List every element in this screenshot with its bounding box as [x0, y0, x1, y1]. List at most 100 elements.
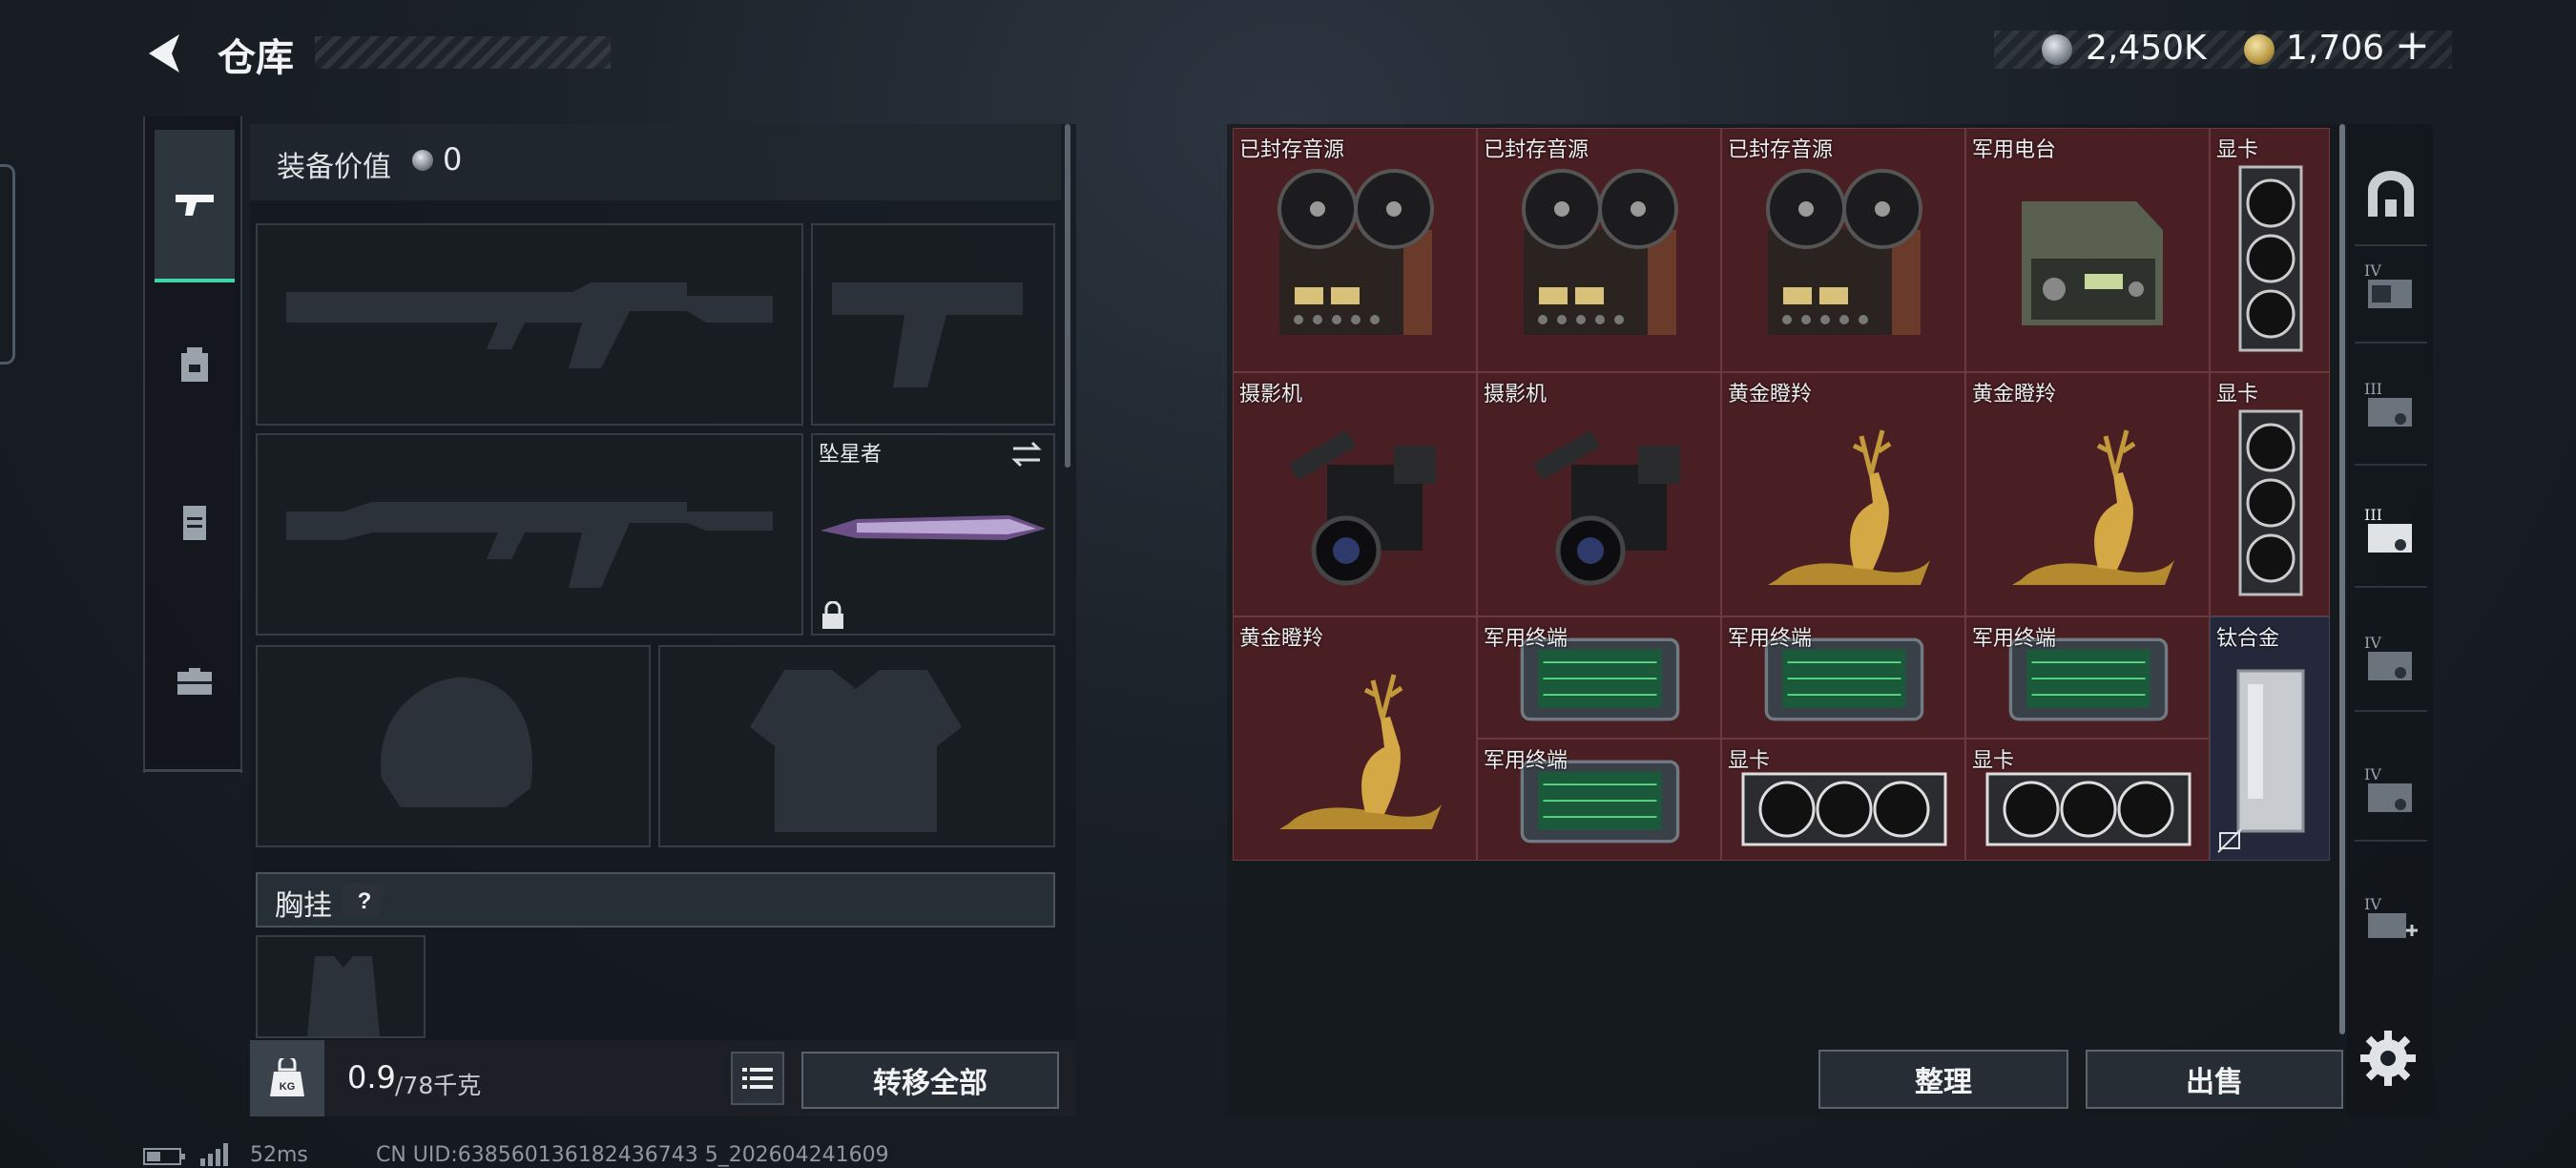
stash-item[interactable]: 军用终端 [1965, 616, 2210, 739]
stash-item[interactable]: 已封存音源 [1721, 128, 1965, 372]
stash-item-name: 黄金瞪羚 [1972, 383, 2057, 407]
container-slot-4b[interactable]: IV [2355, 616, 2427, 702]
tab-divider [143, 769, 242, 772]
list-icon [742, 1068, 773, 1089]
stash-item[interactable]: 军用终端 [1477, 616, 1721, 739]
body-armor-slot[interactable] [658, 645, 1055, 847]
container-slot-4c[interactable]: IV [2355, 748, 2427, 834]
gpu-v-image [2238, 165, 2303, 352]
gazelle-image [2012, 429, 2174, 585]
gold-coin-icon [2244, 34, 2275, 65]
stash-item[interactable]: 军用终端 [1477, 739, 1721, 861]
sell-button[interactable]: 出售 [2086, 1050, 2343, 1109]
stash-item[interactable]: 已封存音源 [1477, 128, 1721, 372]
stash-item[interactable]: 摄影机 [1233, 372, 1477, 616]
help-icon[interactable]: ? [340, 882, 389, 918]
tab-chest-rig[interactable] [155, 447, 235, 599]
container-icon: III [2364, 380, 2412, 427]
stash-item-name: 显卡 [1728, 749, 1771, 773]
stash-item[interactable]: 黄金瞪羚 [1233, 616, 1477, 861]
gpu-v-image [2238, 409, 2303, 596]
silver-currency-value: 2,450K [2086, 29, 2207, 68]
container-slot-3b[interactable]: III [2355, 489, 2427, 574]
camera-image [1288, 429, 1436, 586]
kettlebell-icon: KG [270, 1058, 304, 1096]
stash-item-name: 军用终端 [1484, 749, 1568, 773]
weight-icon-box: KG [250, 1040, 324, 1116]
stash-item-name: 已封存音源 [1484, 138, 1589, 162]
stash-item[interactable]: 钛合金 [2210, 616, 2330, 861]
loadout-tab-column [143, 116, 242, 773]
gear-icon[interactable] [2357, 1027, 2420, 1090]
svg-text:IV: IV [2364, 765, 2381, 783]
armor-silhouette-icon [750, 670, 962, 832]
equipment-value: 0 [443, 141, 463, 177]
stash-item[interactable]: 黄金瞪羚 [1721, 372, 1965, 616]
gold-currency-value: 1,706 [2286, 29, 2385, 68]
stash-item-name: 钛合金 [2216, 627, 2280, 651]
secondary-weapon-slot[interactable] [256, 433, 803, 636]
stash-item[interactable]: 显卡 [1721, 739, 1965, 861]
stash-grid: 已封存音源 已封存音源 已封存音源 军用电台 显卡 摄影机 摄影机 黄金瞪羚 黄金瞪羚 显卡 黄金瞪… [1233, 128, 2330, 861]
tab-weapons[interactable] [155, 130, 235, 282]
divider [2355, 342, 2427, 344]
chest-rig-icon [183, 506, 206, 540]
stash-item[interactable]: 军用终端 [1721, 616, 1965, 739]
stash-item-name: 摄影机 [1484, 383, 1548, 407]
signal-icon [200, 1143, 228, 1166]
container-slot-3a[interactable]: III [2355, 363, 2427, 448]
sidearm-slot[interactable] [811, 223, 1055, 426]
svg-text:KG: KG [280, 1081, 296, 1093]
chest-rig-slot[interactable] [256, 935, 426, 1038]
tab-safe-case[interactable] [155, 605, 235, 758]
divider [2355, 586, 2427, 588]
add-container-button[interactable]: IV [2355, 878, 2427, 964]
primary-weapon-slot[interactable] [256, 223, 803, 426]
stash-item[interactable]: 摄影机 [1477, 372, 1721, 616]
gpu-h-image [1741, 772, 1947, 846]
container-icon: III [2364, 506, 2412, 553]
gazelle-image [1768, 429, 1930, 585]
swap-icon[interactable] [1009, 439, 1044, 469]
container-icon: IV [2364, 765, 2412, 812]
stash-item[interactable]: 黄金瞪羚 [1965, 372, 2210, 616]
no-sell-icon [2217, 828, 2242, 853]
camera-image [1532, 429, 1680, 586]
back-arrow-icon[interactable] [141, 29, 191, 78]
left-edge-handle[interactable] [0, 164, 15, 365]
list-view-button[interactable] [731, 1052, 784, 1105]
svg-text:IV: IV [2364, 261, 2381, 280]
stash-item-name: 显卡 [2216, 383, 2259, 407]
svg-text:III: III [2364, 380, 2382, 398]
container-slot-4a[interactable]: IV [2355, 244, 2427, 330]
stash-item-name: 军用电台 [1972, 138, 2057, 162]
stash-item[interactable]: 显卡 [2210, 128, 2330, 372]
helmet-silhouette-icon [381, 677, 533, 807]
stash-item-name: 军用终端 [1484, 627, 1568, 651]
stash-item[interactable]: 显卡 [2210, 372, 2330, 616]
stash-item[interactable]: 军用电台 [1965, 128, 2210, 372]
stash-item-name: 黄金瞪羚 [1239, 627, 1324, 651]
container-icon: IV [2364, 634, 2412, 680]
stash-item[interactable]: 已封存音源 [1233, 128, 1477, 372]
stash-overview-button[interactable] [2355, 153, 2427, 239]
sort-button[interactable]: 整理 [1818, 1050, 2068, 1109]
stash-item-name: 黄金瞪羚 [1728, 383, 1813, 407]
helmet-slot[interactable] [256, 645, 651, 847]
svg-text:?: ? [358, 888, 372, 914]
stash-item[interactable]: 显卡 [1965, 739, 2210, 861]
equipment-scrollbar[interactable] [1065, 124, 1070, 468]
add-container-icon: IV [2364, 895, 2418, 938]
equipment-value-label: 装备价值 [277, 151, 391, 184]
add-currency-button[interactable]: + [2395, 21, 2430, 70]
reel-image [1766, 169, 1922, 335]
tab-backpack[interactable] [155, 288, 235, 441]
stash-arch-icon [2368, 171, 2414, 217]
weight-max: /78千克 [395, 1072, 482, 1099]
divider [2355, 710, 2427, 712]
transfer-all-button[interactable]: 转移全部 [801, 1052, 1059, 1109]
knife-image [821, 515, 1046, 540]
stash-scrollbar[interactable] [2339, 124, 2345, 1034]
pistol-icon [176, 195, 214, 216]
rig-silhouette-icon [307, 956, 380, 1036]
